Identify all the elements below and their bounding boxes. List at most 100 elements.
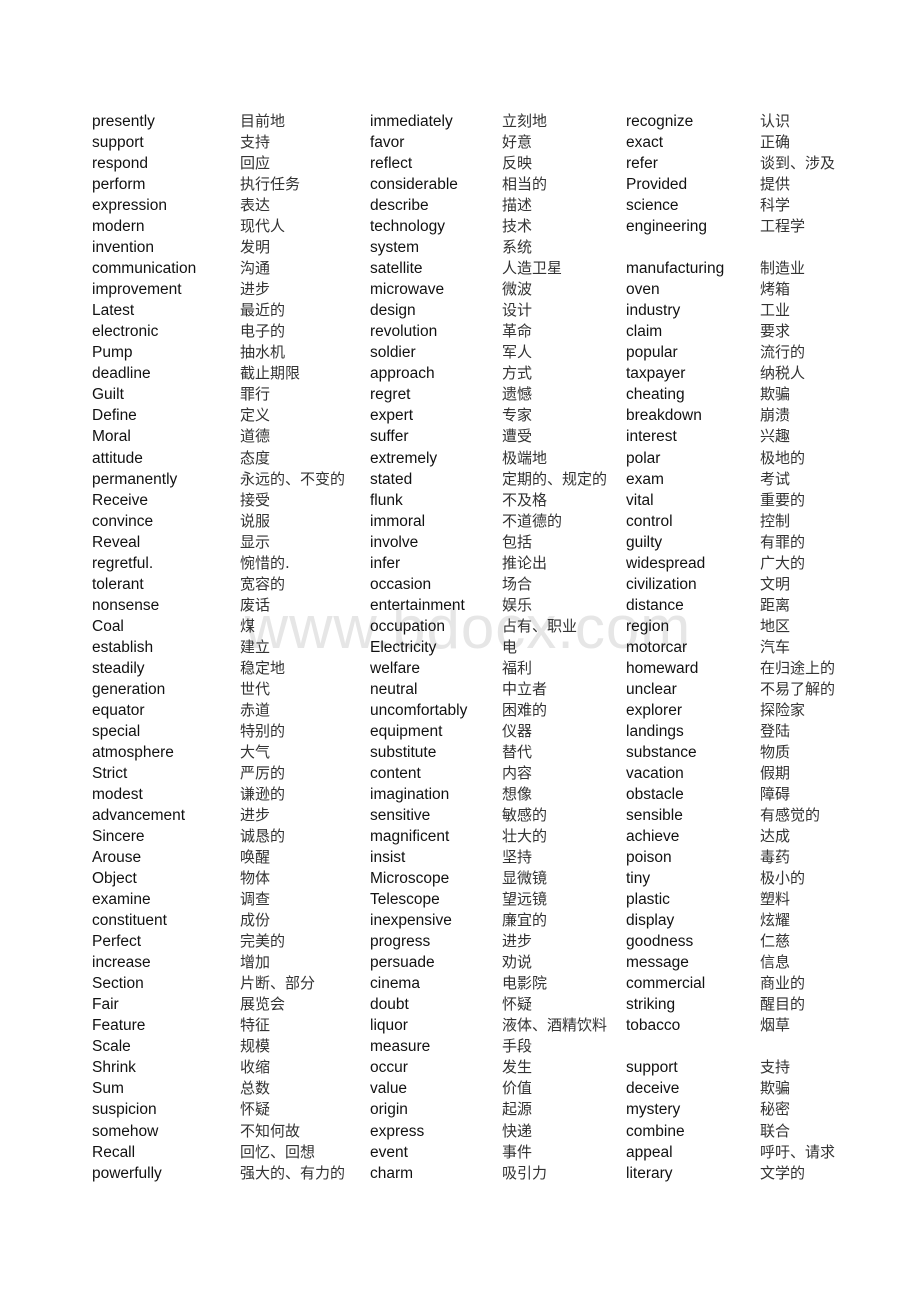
- english-word: Section: [92, 975, 144, 993]
- english-word: respond: [92, 155, 149, 173]
- english-word: increase: [92, 954, 151, 972]
- english-word: occupation: [370, 617, 445, 635]
- english-word: soldier: [370, 344, 416, 362]
- chinese-translation: 成份: [240, 911, 271, 930]
- english-word: explorer: [626, 701, 682, 719]
- english-word: guilty: [626, 533, 663, 551]
- english-word: value: [370, 1080, 408, 1098]
- table-row: invention 发明 system 系统: [0, 238, 920, 259]
- chinese-translation: 废话: [240, 595, 271, 614]
- chinese-translation: 反映: [502, 154, 533, 173]
- chinese-translation: 唤醒: [240, 848, 271, 867]
- chinese-translation: 汽车: [760, 637, 791, 656]
- chinese-translation: 显微镜: [502, 869, 548, 888]
- english-word: exact: [626, 134, 664, 152]
- chinese-translation: 正确: [760, 133, 791, 152]
- english-word: substitute: [370, 743, 437, 761]
- table-row: establish 建立 Electricity 电 motorcar 汽车: [0, 638, 920, 659]
- english-word: oven: [626, 281, 660, 299]
- english-word: attitude: [92, 449, 143, 467]
- chinese-translation: 遗憾: [502, 385, 533, 404]
- chinese-translation: 占有、职业: [502, 616, 578, 635]
- chinese-translation: 快递: [502, 1121, 533, 1140]
- chinese-translation: 壮大的: [502, 827, 548, 846]
- english-word: civilization: [626, 575, 697, 593]
- english-word: Guilt: [92, 386, 124, 404]
- chinese-translation: 提供: [760, 175, 791, 194]
- chinese-translation: 规模: [240, 1037, 271, 1056]
- chinese-translation: 电影院: [502, 974, 548, 993]
- english-word: engineering: [626, 218, 708, 236]
- chinese-translation: 文学的: [760, 1163, 806, 1182]
- english-word: occasion: [370, 575, 432, 593]
- english-word: vacation: [626, 764, 684, 782]
- table-row: Fair 展览会 doubt 怀疑 striking 醒目的: [0, 995, 920, 1016]
- chinese-translation: 困难的: [502, 700, 548, 719]
- chinese-translation: 片断、部分: [240, 974, 316, 993]
- chinese-translation: 方式: [502, 364, 533, 383]
- chinese-translation: 登陆: [760, 721, 791, 740]
- chinese-translation: 谦逊的: [240, 785, 286, 803]
- english-word: entertainment: [370, 596, 465, 614]
- chinese-translation: 工业: [760, 301, 791, 320]
- chinese-translation: 技术: [502, 217, 533, 236]
- chinese-translation: 塑料: [760, 890, 791, 909]
- chinese-translation: 控制: [760, 511, 791, 530]
- chinese-translation: 不及格: [502, 490, 548, 509]
- chinese-translation: 进步: [240, 806, 271, 825]
- table-row: Object 物体 Microscope 显微镜 tiny 极小的: [0, 869, 920, 890]
- chinese-translation: 场合: [502, 574, 533, 593]
- chinese-translation: 怀疑: [240, 1100, 271, 1119]
- chinese-translation: 罪行: [240, 385, 271, 404]
- english-word: examine: [92, 891, 151, 909]
- chinese-translation: 发明: [240, 238, 271, 257]
- chinese-translation: 目前地: [240, 112, 286, 130]
- chinese-translation: 截止期限: [240, 364, 301, 383]
- table-row: Moral 道德 suffer 遭受 interest 兴趣: [0, 427, 920, 448]
- english-word: tiny: [626, 870, 651, 888]
- english-word: Feature: [92, 1017, 146, 1035]
- chinese-translation: 包括: [502, 532, 533, 551]
- chinese-translation: 崩溃: [760, 406, 791, 425]
- english-word: modest: [92, 786, 143, 803]
- english-word: manufacturing: [626, 260, 725, 278]
- chinese-translation: 特征: [240, 1016, 271, 1035]
- chinese-translation: 制造业: [760, 259, 806, 278]
- chinese-translation: 说服: [240, 511, 271, 530]
- table-row: improvement 进步 microwave 微波 oven 烤箱: [0, 280, 920, 301]
- english-word: microwave: [370, 281, 445, 299]
- english-word: obstacle: [626, 786, 684, 803]
- table-row: Coal 煤 occupation 占有、职业 region 地区: [0, 617, 920, 638]
- english-word: atmosphere: [92, 743, 174, 761]
- english-word: persuade: [370, 954, 435, 972]
- english-word: measure: [370, 1038, 431, 1056]
- chinese-translation: 完美的: [240, 932, 286, 951]
- table-row: Recall 回忆、回想 event 事件 appeal 呼吁、请求: [0, 1143, 920, 1164]
- english-word: charm: [370, 1164, 414, 1182]
- english-word: doubt: [370, 996, 409, 1014]
- table-row: Receive 接受 flunk 不及格 vital 重要的: [0, 491, 920, 512]
- table-row: electronic 电子的 revolution 革命 claim 要求: [0, 322, 920, 343]
- chinese-translation: 重要的: [760, 490, 806, 509]
- table-row: Define 定义 expert 专家 breakdown 崩溃: [0, 406, 920, 427]
- chinese-translation: 内容: [502, 763, 533, 782]
- chinese-translation: 敏感的: [502, 806, 548, 825]
- english-word: Moral: [92, 428, 131, 446]
- english-word: describe: [370, 197, 429, 215]
- english-word: landings: [626, 722, 684, 740]
- chinese-translation: 世代: [240, 679, 271, 698]
- table-row: powerfully 强大的、有力的 charm 吸引力 literary 文学的: [0, 1164, 920, 1185]
- english-word: striking: [626, 996, 676, 1014]
- chinese-translation: 事件: [502, 1142, 533, 1161]
- english-word: expression: [92, 197, 167, 215]
- chinese-translation: 推论出: [502, 553, 548, 572]
- english-word: special: [92, 722, 141, 740]
- chinese-translation: 最近的: [240, 301, 286, 320]
- table-row: atmosphere 大气 substitute 替代 substance 物质: [0, 743, 920, 764]
- english-word: sensitive: [370, 807, 431, 825]
- chinese-translation: 增加: [240, 953, 271, 972]
- chinese-translation: 建立: [240, 637, 271, 656]
- english-word: revolution: [370, 323, 438, 341]
- chinese-translation: 娱乐: [502, 595, 533, 614]
- english-word: deceive: [626, 1080, 680, 1098]
